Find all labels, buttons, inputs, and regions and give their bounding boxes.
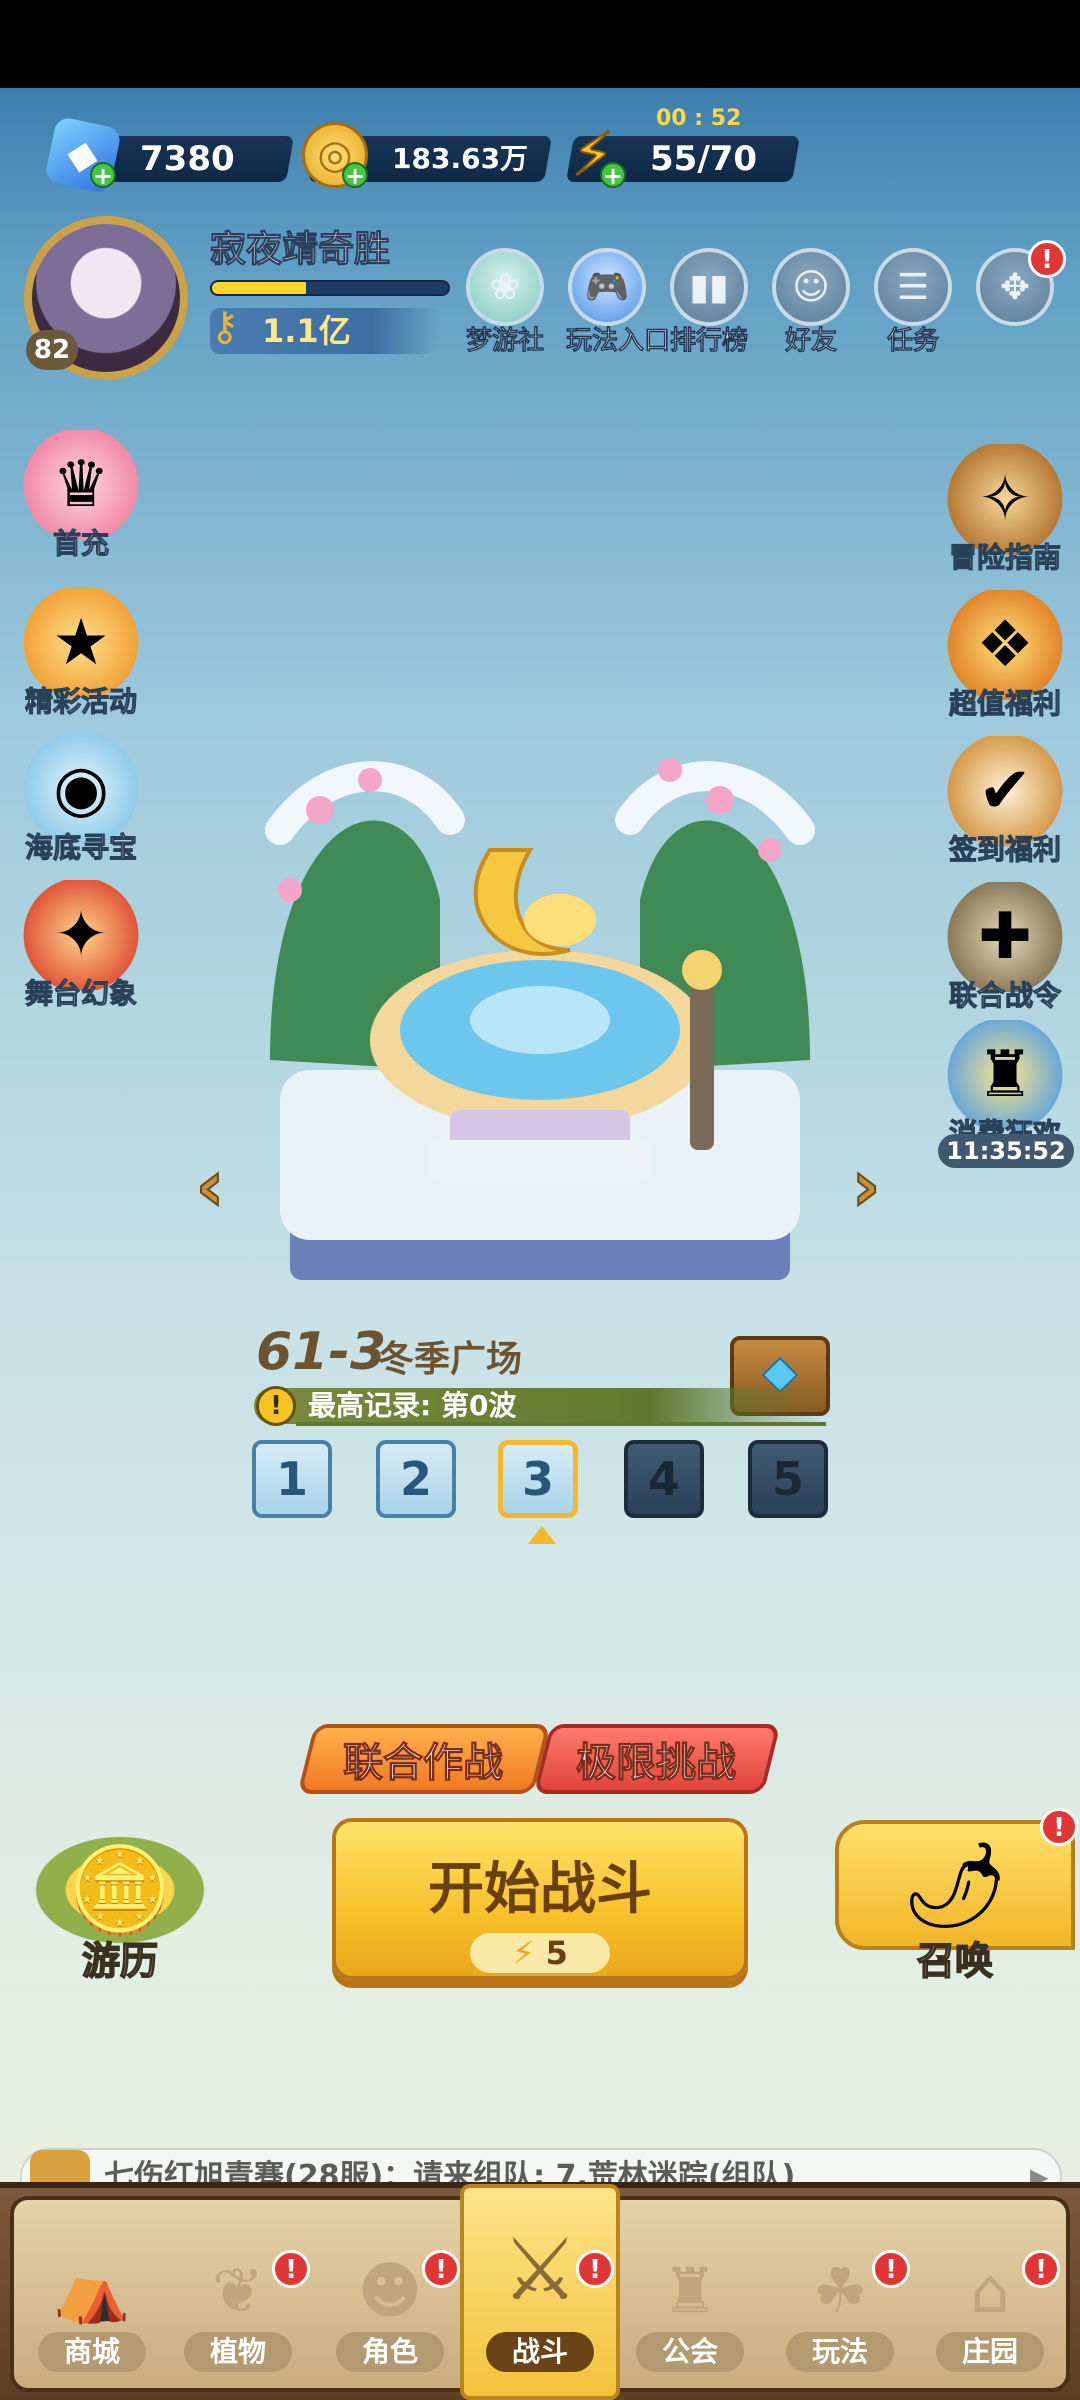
wave-5-button[interactable]: 5	[748, 1440, 828, 1518]
best-record: 最高记录: 第0波	[308, 1389, 517, 1422]
top-menu-leaderboard[interactable]: ▮▮ 排行榜	[668, 248, 750, 357]
nav-label: 角色	[336, 2332, 444, 2372]
summon-button[interactable]: 🌶 召唤	[830, 1820, 1080, 1985]
side-adventure-guide[interactable]: ✧ 冒险指南	[930, 444, 1080, 576]
nav-label: 公会	[636, 2332, 744, 2372]
top-menu-game-entry[interactable]: 🎮 玩法入口	[566, 248, 671, 357]
side-label: 联合战令	[948, 979, 1061, 1013]
side-first-recharge[interactable]: ♛ 首充	[6, 430, 156, 562]
top-menu-label: 排行榜	[669, 326, 749, 357]
power-pill: ⚷ 1.1亿	[210, 304, 440, 354]
nav-shop[interactable]: ⛺ 商城	[22, 2240, 162, 2372]
coin-count: 183.63万	[392, 142, 529, 175]
modes-badge: !	[872, 2250, 910, 2288]
start-battle-button[interactable]: 开始战斗 ⚡ 5	[332, 1818, 748, 1980]
wave-3-button[interactable]: 3	[498, 1440, 578, 1518]
current-wave-indicator	[528, 1526, 556, 1544]
add-energy-icon[interactable]: +	[600, 162, 626, 188]
nav-label: 商城	[38, 2332, 146, 2372]
side-label: 舞台幻象	[24, 977, 137, 1011]
energy-cost-pill: ⚡ 5	[470, 1933, 610, 1973]
leaderboard-icon: ▮▮	[670, 248, 748, 326]
player-name: 寂夜靖奇胜	[209, 229, 391, 271]
prev-stage-arrow[interactable]: ‹	[180, 1145, 240, 1227]
side-label: 签到福利	[948, 833, 1061, 867]
side-battle-pass[interactable]: ✚ 联合战令	[930, 882, 1080, 1014]
xp-bar	[210, 280, 450, 296]
info-icon: !	[256, 1386, 296, 1426]
xp-fill	[212, 282, 307, 294]
coop-battle-button[interactable]: 联合作战	[297, 1724, 551, 1794]
side-spending-carnival[interactable]: ♜ 消费狂欢	[930, 1020, 1080, 1152]
side-events[interactable]: ★ 精彩活动	[6, 588, 156, 720]
energy-cost: 5	[545, 1934, 568, 1972]
nav-label: 战斗	[486, 2332, 594, 2372]
gem-count: 7380	[140, 139, 235, 179]
top-menu-label: 玩法入口	[566, 326, 671, 357]
characters-badge: !	[422, 2250, 460, 2288]
stage-illustration[interactable]	[250, 740, 830, 1300]
side-value-bonus[interactable]: ❖ 超值福利	[930, 590, 1080, 722]
side-label: 精彩活动	[24, 685, 137, 719]
top-menu-label: 任务	[886, 326, 940, 357]
top-menu-tasks[interactable]: ☰ 任务	[872, 248, 954, 357]
top-menu-label: 好友	[784, 326, 838, 357]
side-label: 首充	[52, 527, 109, 561]
summon-label: 召唤	[916, 1938, 994, 1984]
side-treasure-hunt[interactable]: ◉ 海底寻宝	[6, 734, 156, 866]
carnival-timer: 11:35:52	[938, 1134, 1074, 1168]
add-gem-icon[interactable]: +	[90, 162, 116, 188]
side-check-in[interactable]: ✔ 签到福利	[930, 736, 1080, 868]
side-label: 超值福利	[948, 687, 1061, 721]
lightning-icon: ⚡	[512, 1934, 535, 1972]
key-icon: ⚷	[210, 304, 240, 350]
top-menu-label: 梦游社	[465, 326, 545, 357]
nav-label: 玩法	[786, 2332, 894, 2372]
stage-number: 61-3	[256, 1322, 387, 1382]
nav-label: 庄园	[936, 2332, 1044, 2372]
plants-badge: !	[272, 2250, 310, 2288]
start-battle-label: 开始战斗	[428, 1857, 652, 1922]
player-power: 1.1亿	[262, 312, 351, 350]
top-menu-friends[interactable]: ☺ 好友	[770, 248, 852, 357]
guild-icon: ♜	[662, 2253, 718, 2327]
winter-plaza-art	[265, 758, 815, 1280]
top-menu-dream-club[interactable]: ❀ 梦游社	[464, 248, 546, 357]
travel-label: 游历	[81, 1938, 159, 1984]
nav-label: 植物	[184, 2332, 292, 2372]
battle-badge: !	[576, 2250, 614, 2288]
stage-name: 冬季广场	[378, 1339, 523, 1380]
wave-2-button[interactable]: 2	[376, 1440, 456, 1518]
gem-resource[interactable]: 7380 ◆ +	[43, 115, 295, 195]
more-badge: !	[1028, 240, 1066, 278]
manor-badge: !	[1022, 2250, 1060, 2288]
dream-club-icon: ❀	[466, 248, 544, 326]
travel-button[interactable]: 🪙 游历	[20, 1830, 220, 1985]
energy-count: 55/70	[650, 139, 758, 179]
extreme-challenge-label: 极限挑战	[576, 1740, 737, 1787]
summon-badge: !	[1040, 1808, 1078, 1846]
shop-icon: ⛺	[53, 2253, 131, 2326]
friends-icon: ☺	[772, 248, 850, 326]
energy-resource[interactable]: 00 : 52 55/70 ⚡ +	[560, 106, 801, 191]
energy-timer: 00 : 52	[656, 106, 742, 131]
wave-1-button[interactable]: 1	[252, 1440, 332, 1518]
add-coin-icon[interactable]: +	[342, 162, 368, 188]
wave-4-button[interactable]: 4	[624, 1440, 704, 1518]
coin-resource[interactable]: 183.63万 ◎ +	[302, 122, 553, 188]
side-label: 冒险指南	[948, 541, 1061, 575]
coop-battle-label: 联合作战	[343, 1740, 504, 1787]
next-stage-arrow[interactable]: ›	[836, 1145, 896, 1227]
nav-guild[interactable]: ♜ 公会	[620, 2240, 760, 2372]
side-label: 海底寻宝	[24, 831, 137, 865]
player-level: 82	[26, 330, 78, 370]
extreme-challenge-button[interactable]: 极限挑战	[533, 1724, 781, 1794]
status-bar	[0, 0, 1080, 88]
tasks-icon: ☰	[874, 248, 952, 326]
gamepad-icon: 🎮	[568, 248, 646, 326]
side-stage-illusion[interactable]: ✦ 舞台幻象	[6, 880, 156, 1012]
